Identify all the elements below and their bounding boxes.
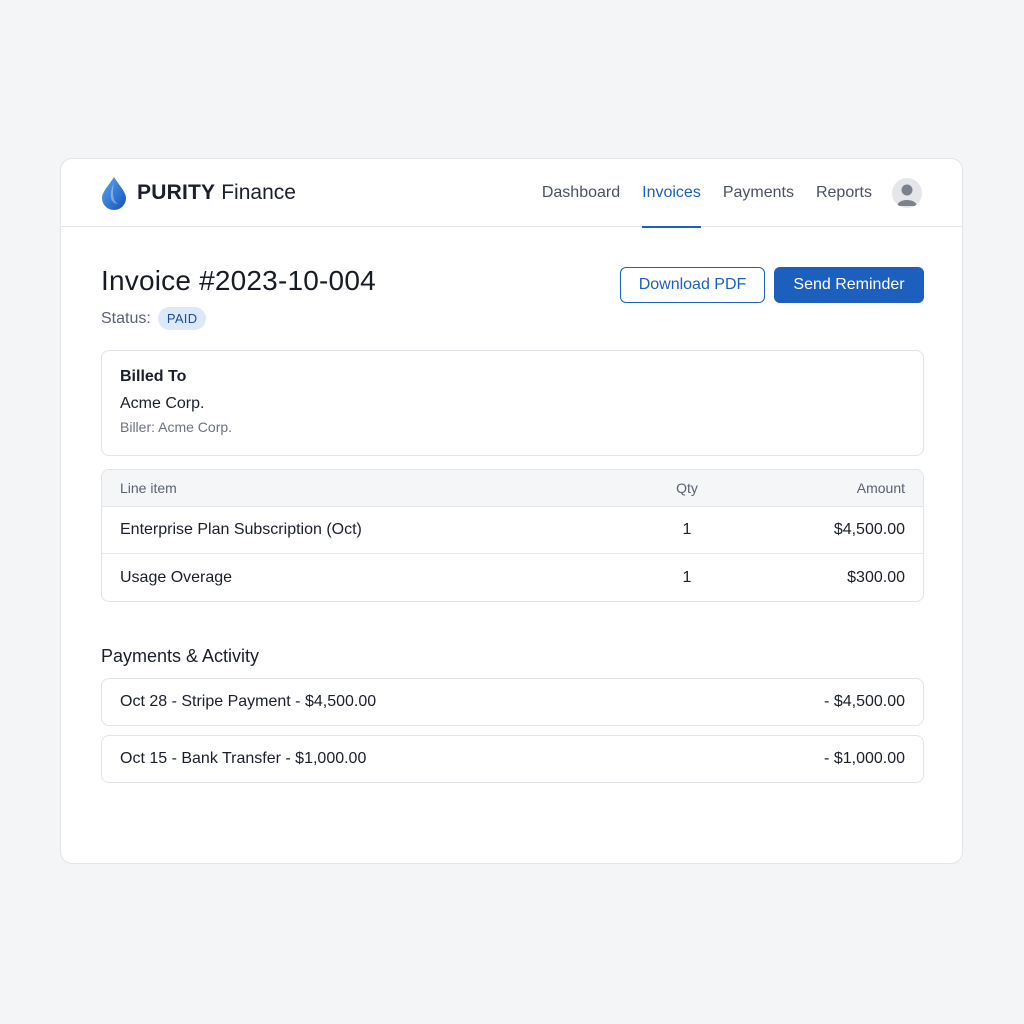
payment-label: Oct 28 - Stripe Payment - $4,500.00 — [120, 693, 377, 710]
payment-amount: - $1,000.00 — [824, 750, 905, 767]
nav-reports[interactable]: Reports — [816, 159, 872, 227]
line-item-amount: $4,500.00 — [833, 521, 905, 538]
brand-name: PURITY Finance — [137, 181, 296, 205]
list-item[interactable]: Oct 28 - Stripe Payment - $4,500.00 - $4… — [101, 678, 924, 726]
header-qty: Qty — [676, 480, 698, 496]
droplet-icon — [101, 176, 127, 210]
status-row: Status: PAID — [101, 307, 207, 330]
payments-activity-title: Payments & Activity — [101, 646, 260, 666]
line-item-name: Enterprise Plan Subscription (Oct) — [120, 521, 362, 538]
line-item-qty: 1 — [682, 568, 692, 586]
billed-to-name: Acme Corp. — [120, 395, 205, 412]
line-items-table: Line item Qty Amount Enterprise Plan Sub… — [101, 469, 924, 602]
nav-payments[interactable]: Payments — [723, 159, 794, 227]
table-header: Line item Qty Amount — [102, 470, 923, 507]
brand-name-light: Finance — [221, 181, 296, 204]
brand-logo[interactable]: PURITY Finance — [101, 176, 296, 210]
user-avatar-icon — [897, 184, 917, 206]
line-item-qty: 1 — [682, 521, 692, 538]
main-nav: Dashboard Invoices Payments Reports — [520, 159, 872, 228]
table-row: Enterprise Plan Subscription (Oct) 1 $4,… — [102, 507, 923, 554]
payment-amount: - $4,500.00 — [824, 693, 905, 710]
nav-invoices[interactable]: Invoices — [642, 159, 701, 228]
billed-to-box: Billed To Acme Corp. Biller: Acme Corp. — [101, 350, 924, 456]
nav-dashboard[interactable]: Dashboard — [542, 159, 620, 227]
header-amount: Amount — [856, 480, 905, 496]
biller-name: Biller: Acme Corp. — [120, 419, 233, 435]
line-item-amount: $300.00 — [847, 568, 905, 586]
payment-label: Oct 15 - Bank Transfer - $1,000.00 — [120, 750, 367, 767]
status-badge: PAID — [157, 307, 207, 330]
list-item[interactable]: Oct 15 - Bank Transfer - $1,000.00 - $1,… — [101, 735, 924, 783]
invoice-title: Invoice #2023-10-004 — [101, 265, 376, 296]
user-avatar[interactable] — [892, 178, 922, 208]
payments-list: Oct 28 - Stripe Payment - $4,500.00 - $4… — [101, 678, 924, 792]
billed-to-heading: Billed To — [120, 368, 187, 385]
download-pdf-button[interactable]: Download PDF — [620, 267, 765, 303]
app-header: PURITY Finance Dashboard Invoices Payment… — [61, 159, 962, 228]
table-row: Usage Overage 1 $300.00 — [102, 554, 923, 601]
send-reminder-button[interactable]: Send Reminder — [774, 267, 924, 303]
brand-name-bold: PURITY — [137, 181, 216, 204]
line-item-name: Usage Overage — [120, 568, 233, 586]
status-label: Status: — [101, 309, 151, 327]
invoice-card: PURITY Finance Dashboard Invoices Payment… — [60, 158, 963, 864]
header-line-item: Line item — [120, 480, 177, 496]
